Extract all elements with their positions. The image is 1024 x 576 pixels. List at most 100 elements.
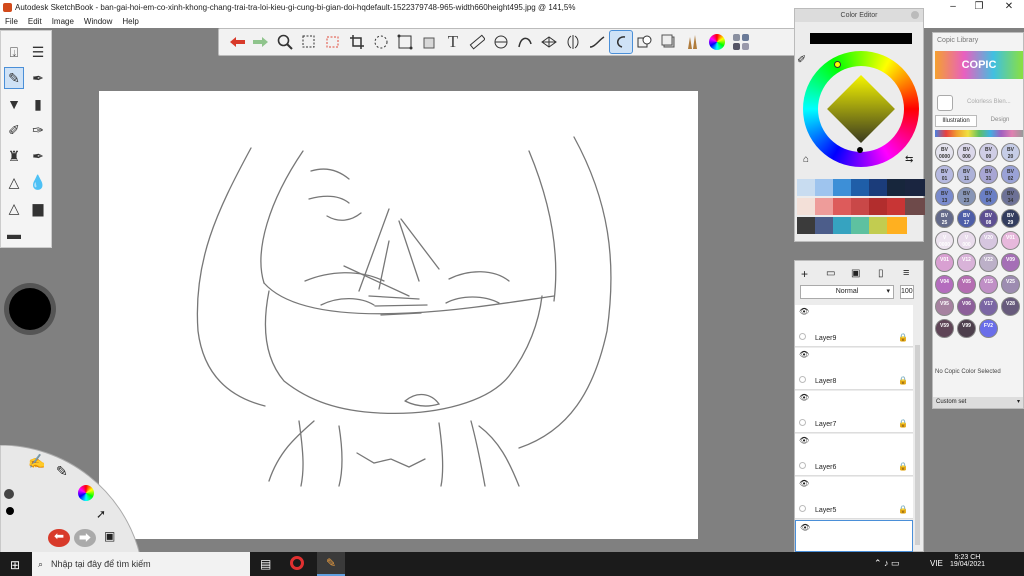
- opera-icon[interactable]: [290, 556, 304, 570]
- copic-color-chip[interactable]: V05: [957, 275, 976, 294]
- copic-color-chip[interactable]: V59: [935, 319, 954, 338]
- copic-color-chip[interactable]: V 000: [957, 231, 976, 250]
- copic-color-chip[interactable]: V 0000: [935, 231, 954, 250]
- steady-stroke-icon[interactable]: [585, 30, 609, 54]
- menu-edit[interactable]: Edit: [28, 17, 42, 26]
- eraser-brush-icon[interactable]: ▆: [28, 197, 48, 219]
- airbrush-icon[interactable]: △: [4, 171, 24, 193]
- layer-editor-icon[interactable]: [657, 30, 681, 54]
- copic-color-chip[interactable]: BV 29: [1001, 209, 1020, 228]
- brush-library-icon[interactable]: [681, 30, 705, 54]
- color-swatch[interactable]: [815, 179, 835, 196]
- color-wheel[interactable]: [803, 51, 919, 167]
- add-group-icon[interactable]: ▭: [826, 268, 835, 279]
- drawing-canvas[interactable]: [99, 91, 698, 539]
- swap-color-icon[interactable]: ⇆: [905, 154, 913, 165]
- blur-brush-icon[interactable]: △: [4, 197, 24, 219]
- add-image-icon[interactable]: ▣: [851, 268, 860, 279]
- search-box[interactable]: ⌕ Nhập tại đây để tìm kiếm: [32, 552, 250, 576]
- copic-color-chip[interactable]: BV 02: [1001, 165, 1020, 184]
- crop-icon[interactable]: [345, 30, 369, 54]
- color-swatch[interactable]: [833, 179, 853, 196]
- copic-color-chip[interactable]: BV 20: [1001, 143, 1020, 162]
- menu-help[interactable]: Help: [122, 17, 138, 26]
- layer-row[interactable]: 👁 Layer7 🔒: [795, 391, 913, 433]
- copic-color-chip[interactable]: BV 25: [935, 209, 954, 228]
- brush-properties-icon[interactable]: ✍: [28, 453, 45, 470]
- copic-color-chip[interactable]: FV2: [979, 319, 998, 338]
- layer-row[interactable]: 👁 Layer5 🔒: [795, 477, 913, 519]
- brush-puck[interactable]: [4, 283, 56, 335]
- fill-icon[interactable]: [417, 30, 441, 54]
- brush-preset-2-icon[interactable]: ☰: [28, 41, 48, 63]
- copic-color-chip[interactable]: BV 01: [935, 165, 954, 184]
- copic-color-chip[interactable]: BV 17: [957, 209, 976, 228]
- maximize-button[interactable]: ❐: [964, 0, 994, 14]
- ellipse-guide-icon[interactable]: [489, 30, 513, 54]
- ruler-icon[interactable]: [465, 30, 489, 54]
- color-wheel-icon[interactable]: [78, 485, 94, 501]
- color-swatch[interactable]: [905, 198, 925, 215]
- custom-set-bar[interactable]: Custom set ▾: [933, 397, 1023, 408]
- undo-icon[interactable]: ⬅: [48, 529, 70, 547]
- copic-color-chip[interactable]: BV 00: [979, 143, 998, 162]
- copic-icon[interactable]: [729, 30, 753, 54]
- clock[interactable]: 5:23 CH 19/04/2021: [950, 554, 985, 568]
- copic-color-chip[interactable]: BV 31: [979, 165, 998, 184]
- cursor-icon[interactable]: ➚: [96, 507, 106, 521]
- copic-color-chip[interactable]: V01: [935, 253, 954, 272]
- copic-color-chip[interactable]: BV 34: [1001, 187, 1020, 206]
- copic-color-chip[interactable]: BV 11: [957, 165, 976, 184]
- layer-icon[interactable]: ▣: [104, 529, 115, 543]
- copic-color-chip[interactable]: BV 08: [979, 209, 998, 228]
- copic-color-chip[interactable]: BV 13: [935, 187, 954, 206]
- hard-eraser-icon[interactable]: ▬: [4, 223, 24, 245]
- copic-color-chip[interactable]: V99: [957, 319, 976, 338]
- calligraphy-brush-icon[interactable]: ✒: [28, 145, 48, 167]
- windows-start-icon[interactable]: ⊞: [10, 558, 20, 572]
- copic-color-chip[interactable]: BV 000: [957, 143, 976, 162]
- copic-color-chip[interactable]: V17: [979, 297, 998, 316]
- brush-preset-1-icon[interactable]: ⍗: [4, 41, 24, 63]
- value-handle[interactable]: [857, 147, 863, 153]
- task-view-icon[interactable]: ▤: [260, 557, 271, 571]
- layer-row[interactable]: 👁 Layer6 🔒: [795, 434, 913, 476]
- zoom-icon[interactable]: [273, 30, 297, 54]
- hue-handle[interactable]: [834, 61, 841, 68]
- trash-icon[interactable]: ▯: [878, 268, 884, 279]
- close-button[interactable]: ✕: [994, 0, 1024, 14]
- color-swatch[interactable]: [851, 217, 871, 234]
- distort-icon[interactable]: [393, 30, 417, 54]
- layer-scrollbar[interactable]: [915, 345, 920, 545]
- felt-brush-icon[interactable]: ▮: [28, 93, 48, 115]
- color-swatch[interactable]: [797, 198, 817, 215]
- copic-color-chip[interactable]: BV 04: [979, 187, 998, 206]
- copic-color-chip[interactable]: V09: [1001, 253, 1020, 272]
- nib-brush-icon[interactable]: ✑: [28, 119, 48, 141]
- copic-color-chip[interactable]: V01: [1001, 231, 1020, 250]
- copic-color-chip[interactable]: V20: [979, 231, 998, 250]
- pen-brush-icon[interactable]: ✒: [28, 67, 48, 89]
- predictive-stroke-icon[interactable]: [609, 30, 633, 54]
- copic-color-chip[interactable]: BV 0000: [935, 143, 954, 162]
- rect-select-icon[interactable]: [297, 30, 321, 54]
- menu-file[interactable]: File: [5, 17, 18, 26]
- color-swatch[interactable]: [887, 198, 907, 215]
- blend-mode-select[interactable]: Normal ▾: [800, 285, 894, 299]
- ink-brush-icon[interactable]: ✐: [4, 119, 24, 141]
- copic-color-chip[interactable]: BV 23: [957, 187, 976, 206]
- paint-brush-icon[interactable]: ✎: [56, 463, 68, 480]
- copic-color-chip[interactable]: V22: [979, 253, 998, 272]
- chisel-brush-icon[interactable]: ♜: [4, 145, 24, 167]
- layer-row[interactable]: 👁 Layer9 🔒: [795, 305, 913, 347]
- color-swatch[interactable]: [833, 198, 853, 215]
- color-swatch[interactable]: [797, 217, 817, 234]
- copic-color-chip[interactable]: V15: [979, 275, 998, 294]
- color-swatch[interactable]: [887, 217, 907, 234]
- lasso-select-icon[interactable]: [321, 30, 345, 54]
- color-swatch[interactable]: [869, 179, 889, 196]
- french-curve-icon[interactable]: [513, 30, 537, 54]
- layer-row-selected[interactable]: 👁: [795, 520, 913, 552]
- opacity-field[interactable]: 100: [900, 285, 914, 299]
- color-swatch[interactable]: [869, 198, 889, 215]
